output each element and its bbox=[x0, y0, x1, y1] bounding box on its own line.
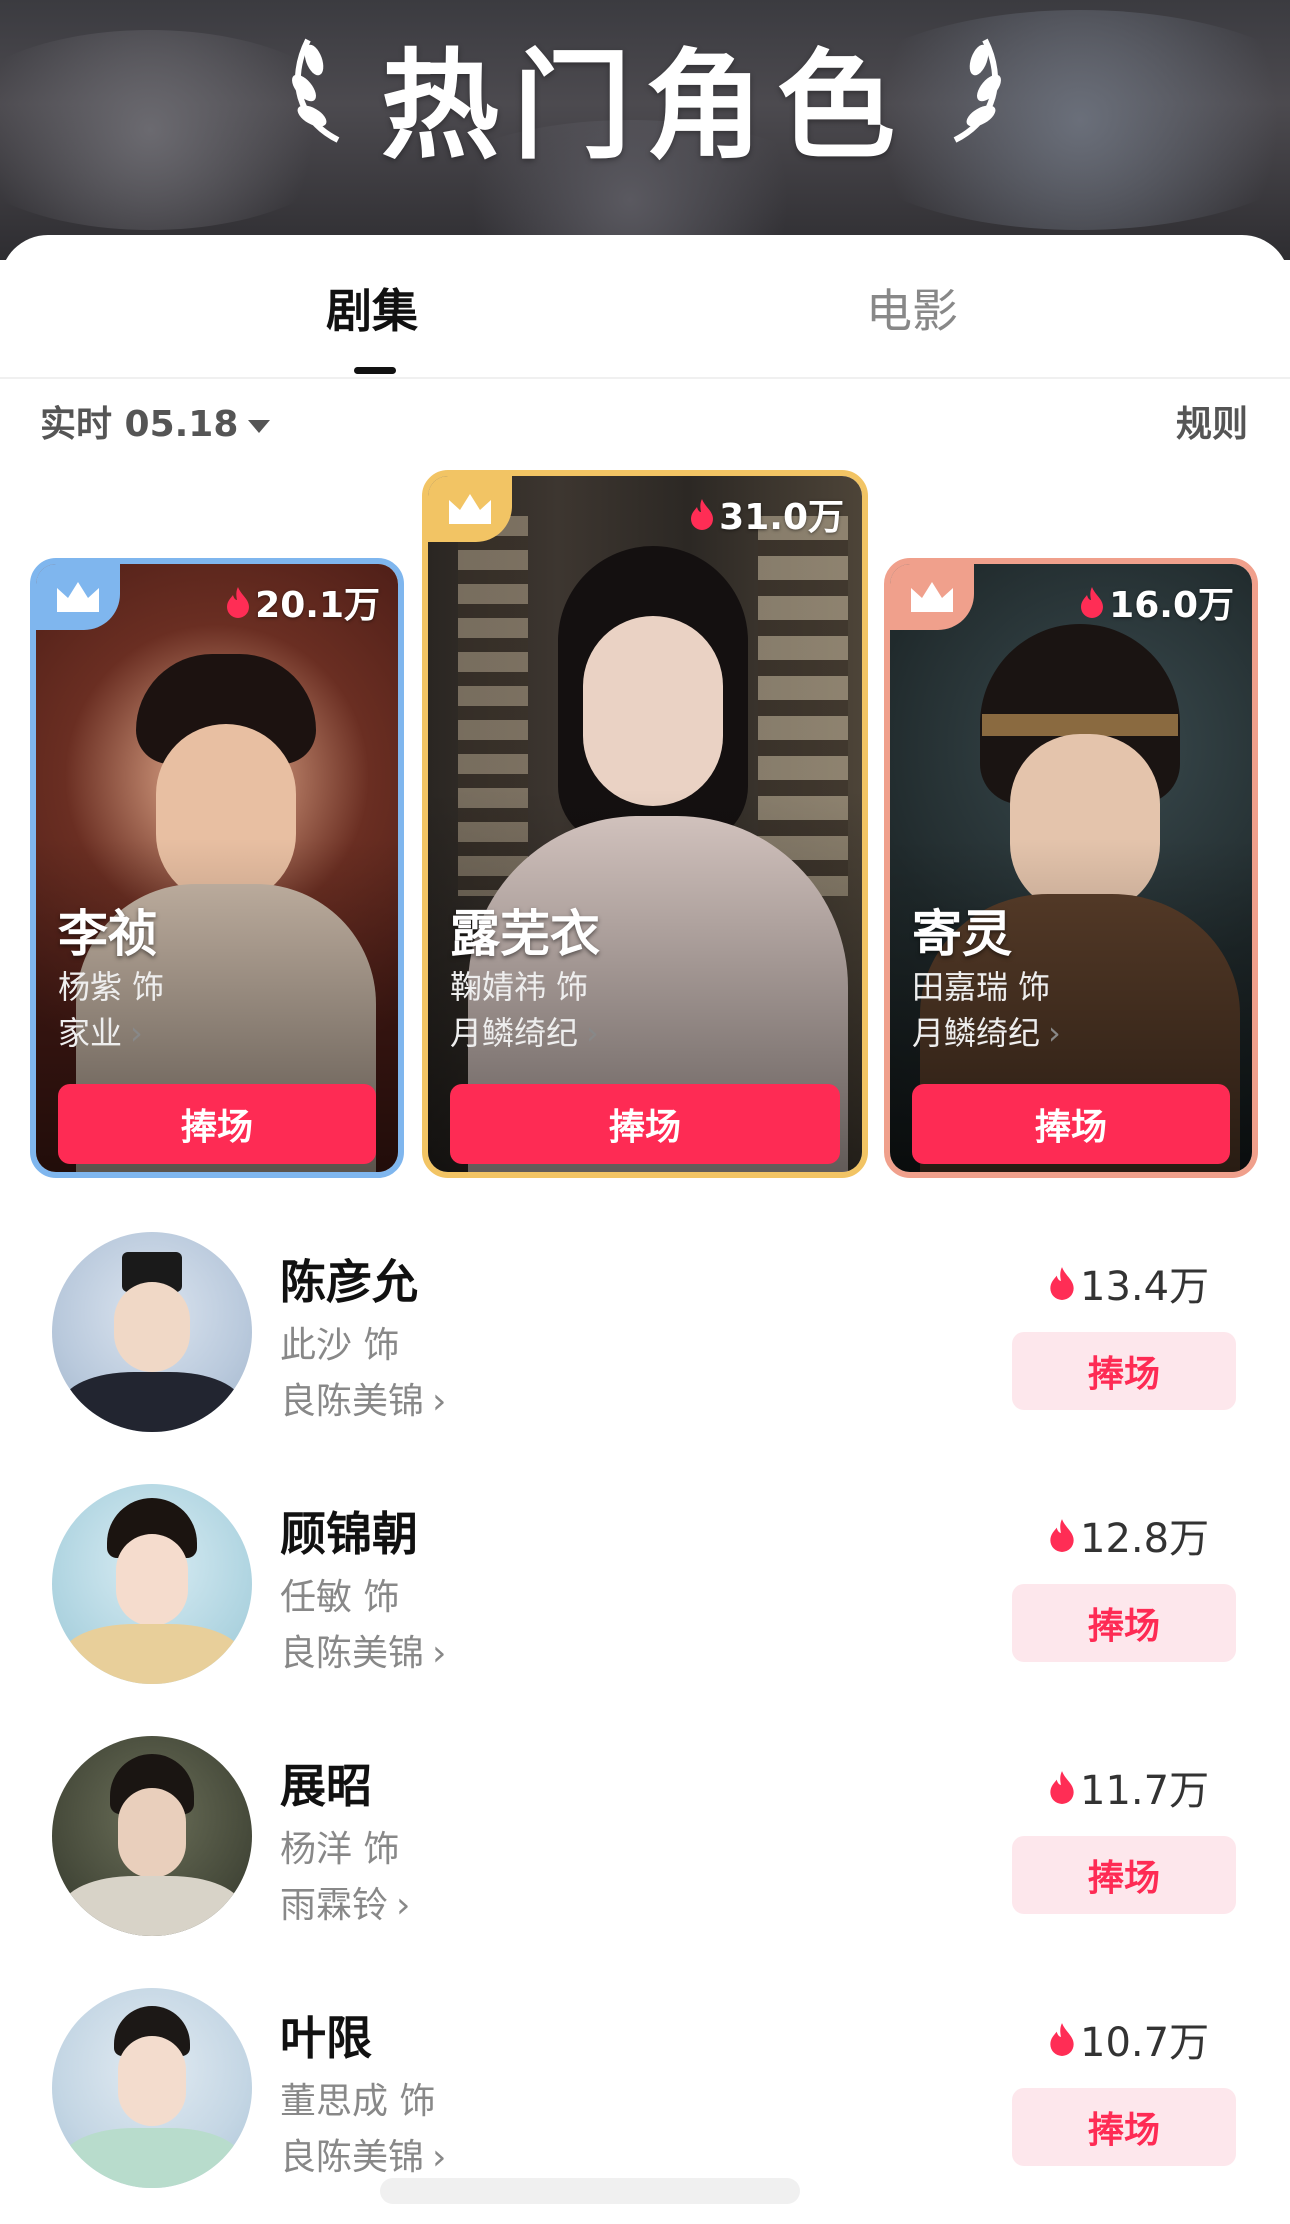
drama-link[interactable]: 良陈美锦 › bbox=[280, 1372, 446, 1424]
list-item[interactable]: 展昭 杨洋 饰 雨霖铃 › 11.7万 捧场 bbox=[0, 1736, 1290, 1956]
cheer-button[interactable]: 捧场 bbox=[1012, 1836, 1236, 1914]
chevron-right-icon: › bbox=[586, 1014, 599, 1052]
flame-icon bbox=[1081, 587, 1104, 618]
character-name: 展昭 bbox=[280, 1759, 372, 1813]
list-item[interactable]: 陈彦允 此沙 饰 良陈美锦 › 13.4万 捧场 bbox=[0, 1232, 1290, 1452]
rank-badge bbox=[36, 564, 120, 630]
character-name: 陈彦允 bbox=[280, 1255, 418, 1309]
chevron-right-icon: › bbox=[396, 1885, 411, 1926]
rank-badge bbox=[428, 476, 512, 542]
chevron-right-icon: › bbox=[432, 2137, 447, 2178]
actor-name: 董思成 饰 bbox=[280, 2081, 436, 2122]
drama-link[interactable]: 雨霖铃 › bbox=[280, 1876, 410, 1928]
actor-name: 鞠婧祎 饰 bbox=[450, 968, 589, 1006]
podium-card-1[interactable]: 31.0万 露芜衣 鞠婧祎 饰 月鳞绮纪 › 捧场 bbox=[422, 470, 868, 1178]
tab-bar: 剧集 电影 bbox=[0, 235, 1290, 379]
cheer-button[interactable]: 捧场 bbox=[1012, 2088, 1236, 2166]
rank-badge bbox=[890, 564, 974, 630]
crown-icon bbox=[911, 582, 953, 612]
cheer-button[interactable]: 捧场 bbox=[912, 1084, 1230, 1164]
podium-card-2[interactable]: 20.1万 李祯 杨紫 饰 家业 › 捧场 bbox=[30, 558, 404, 1178]
list-item[interactable]: 顾锦朝 任敏 饰 良陈美锦 › 12.8万 捧场 bbox=[0, 1484, 1290, 1704]
drama-link[interactable]: 家业 › bbox=[58, 1008, 143, 1054]
heat-count: 10.7万 bbox=[1048, 2010, 1209, 2068]
avatar bbox=[52, 1988, 252, 2188]
home-indicator bbox=[380, 2178, 800, 2204]
avatar bbox=[52, 1736, 252, 1936]
tab-series[interactable]: 剧集 bbox=[326, 275, 418, 341]
character-name: 李祯 bbox=[58, 905, 158, 963]
flame-icon bbox=[1050, 1519, 1074, 1552]
character-name: 寄灵 bbox=[912, 905, 1012, 963]
header-banner: 热门角色 bbox=[0, 0, 1290, 260]
heat-count: 12.8万 bbox=[1048, 1506, 1209, 1564]
flame-icon bbox=[1050, 2023, 1074, 2056]
flame-icon bbox=[1050, 1771, 1074, 1804]
page-title: 热门角色 bbox=[380, 37, 909, 175]
flame-icon bbox=[1050, 1267, 1074, 1300]
laurel-right-icon bbox=[953, 38, 1001, 143]
actor-name: 田嘉瑞 饰 bbox=[912, 968, 1051, 1006]
list-item[interactable]: 叶限 董思成 饰 良陈美锦 › 10.7万 捧场 bbox=[0, 1988, 1290, 2208]
flame-icon bbox=[691, 499, 714, 530]
tab-underline bbox=[354, 367, 396, 374]
drama-link[interactable]: 月鳞绮纪 › bbox=[450, 1008, 599, 1054]
avatar bbox=[52, 1232, 252, 1432]
cheer-button[interactable]: 捧场 bbox=[58, 1084, 376, 1164]
drama-link[interactable]: 月鳞绮纪 › bbox=[912, 1008, 1061, 1054]
drama-link[interactable]: 良陈美锦 › bbox=[280, 2128, 446, 2180]
crown-icon bbox=[57, 582, 99, 612]
actor-name: 杨紫 饰 bbox=[58, 968, 165, 1006]
character-name: 露芜衣 bbox=[450, 905, 600, 963]
tab-movies[interactable]: 电影 bbox=[866, 275, 958, 341]
avatar bbox=[52, 1484, 252, 1684]
cheer-button[interactable]: 捧场 bbox=[450, 1084, 840, 1164]
podium-card-3[interactable]: 16.0万 寄灵 田嘉瑞 饰 月鳞绮纪 › 捧场 bbox=[884, 558, 1258, 1178]
actor-name: 杨洋 饰 bbox=[280, 1829, 400, 1870]
rules-link[interactable]: 规则 bbox=[1176, 395, 1248, 447]
heat-count: 20.1万 bbox=[225, 576, 380, 628]
flame-icon bbox=[227, 587, 250, 618]
chevron-right-icon: › bbox=[432, 1633, 447, 1674]
heat-count: 11.7万 bbox=[1048, 1758, 1209, 1816]
character-name: 叶限 bbox=[280, 2011, 372, 2065]
character-name: 顾锦朝 bbox=[280, 1507, 418, 1561]
cheer-button[interactable]: 捧场 bbox=[1012, 1332, 1236, 1410]
drama-link[interactable]: 良陈美锦 › bbox=[280, 1624, 446, 1676]
date-filter-dropdown[interactable]: 实时 05.18 bbox=[40, 395, 271, 447]
crown-icon bbox=[449, 494, 491, 524]
caret-down-icon bbox=[248, 419, 271, 433]
date-filter-label: 实时 05.18 bbox=[40, 404, 239, 445]
chevron-right-icon: › bbox=[130, 1014, 143, 1052]
heat-count: 16.0万 bbox=[1079, 576, 1234, 628]
actor-name: 此沙 饰 bbox=[280, 1325, 400, 1366]
heat-count: 31.0万 bbox=[689, 488, 844, 540]
cheer-button[interactable]: 捧场 bbox=[1012, 1584, 1236, 1662]
actor-name: 任敏 饰 bbox=[280, 1577, 400, 1618]
chevron-right-icon: › bbox=[432, 1381, 447, 1422]
chevron-right-icon: › bbox=[1048, 1014, 1061, 1052]
heat-count: 13.4万 bbox=[1048, 1254, 1209, 1312]
